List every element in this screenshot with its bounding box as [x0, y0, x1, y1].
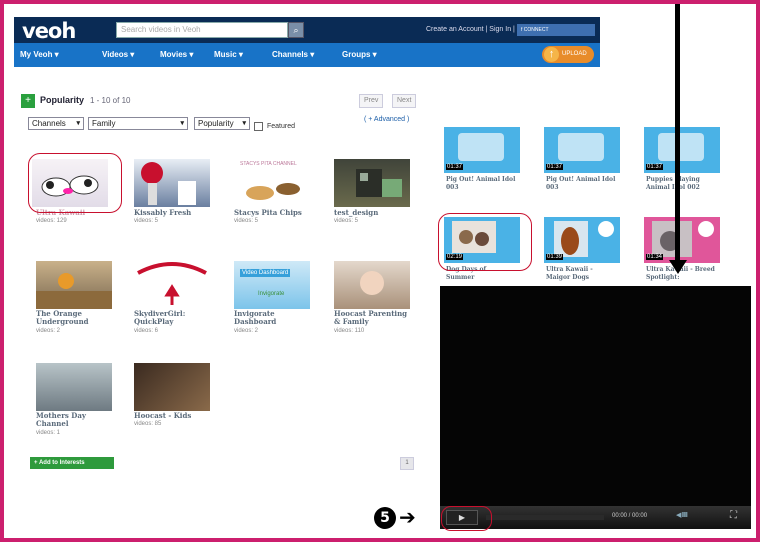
- nav-groups[interactable]: Groups ▾: [342, 50, 377, 59]
- invigorate-caption: Video Dashboard: [240, 269, 291, 277]
- channel-video-count: videos: 129: [36, 218, 67, 224]
- nav-channels[interactable]: Channels ▾: [272, 50, 314, 59]
- upload-button[interactable]: ↑ UPLOAD: [542, 46, 594, 63]
- annotation-arrow-head: [669, 260, 687, 274]
- channel-thumb-test-design[interactable]: [334, 159, 410, 207]
- upload-icon: ↑: [544, 47, 559, 62]
- channel-title[interactable]: Kissably Fresh: [134, 209, 214, 217]
- channel-title[interactable]: Invigorate Dashboard: [234, 310, 314, 326]
- duration-badge: 01:34: [646, 254, 664, 260]
- main-nav: My Veoh ▾ Videos ▾ Movies ▾ Music ▾ Chan…: [14, 43, 600, 67]
- chevron-down-icon: ▾: [242, 120, 246, 127]
- idol-logo: [658, 133, 704, 161]
- channel-video-count: videos: 6: [134, 328, 159, 334]
- duration-badge: 01:37: [546, 164, 564, 170]
- next-button[interactable]: Next: [392, 94, 417, 108]
- baby-image: [360, 271, 384, 295]
- veoh-logo[interactable]: veoh: [22, 19, 76, 43]
- arrow-right-icon: ➔: [399, 505, 416, 529]
- idol-logo: [458, 133, 504, 161]
- video-title[interactable]: Pig Out! Animal Idol 003: [546, 176, 616, 192]
- category-select[interactable]: Family ▾: [88, 117, 188, 130]
- popularity-icon: +: [21, 94, 35, 108]
- channel-video-count: videos: 85: [134, 421, 162, 427]
- nav-videos[interactable]: Videos ▾: [102, 50, 134, 59]
- page-title: Popularity: [40, 95, 85, 105]
- parachute-icon: [137, 262, 207, 305]
- duration-badge: 01:37: [646, 164, 664, 170]
- chevron-down-icon: ▾: [76, 120, 80, 127]
- top-header: veoh Search videos in Veoh ⌕ Create an A…: [14, 17, 600, 43]
- video-thumb-animal-idol[interactable]: 01:37: [644, 127, 720, 173]
- advanced-link[interactable]: ( + Advanced ): [364, 116, 409, 123]
- video-thumb-animal-idol[interactable]: 01:37: [444, 127, 520, 173]
- facebook-connect-button[interactable]: f CONNECT: [517, 24, 595, 36]
- featured-checkbox[interactable]: [254, 122, 263, 131]
- highlight-circle: [441, 506, 492, 531]
- highlight-circle: [438, 213, 532, 271]
- channel-title[interactable]: Hoocast Parenting & Family: [334, 310, 414, 326]
- nav-my-veoh[interactable]: My Veoh ▾: [20, 50, 59, 59]
- type-select[interactable]: Channels ▾: [28, 117, 84, 130]
- channel-title[interactable]: SkydiverGirl: QuickPlay: [134, 310, 214, 326]
- annotation-arrow-line: [675, 4, 680, 262]
- kissably-logo: [141, 162, 196, 205]
- prev-button[interactable]: Prev: [359, 94, 384, 108]
- channel-video-count: videos: 5: [334, 218, 359, 224]
- cartoon-image: [36, 273, 112, 309]
- featured-label: Featured: [267, 123, 296, 130]
- channel-video-count: videos: 2: [36, 328, 61, 334]
- channel-thumb-orange-underground[interactable]: [36, 261, 112, 309]
- page-button[interactable]: 1: [400, 457, 414, 470]
- progress-bar[interactable]: [486, 515, 604, 520]
- channel-title[interactable]: The Orange Underground: [36, 310, 116, 326]
- video-title[interactable]: Pig Out! Animal Idol 003: [446, 176, 516, 192]
- channel-thumb-invigorate[interactable]: Video Dashboard Invigorate: [234, 261, 310, 309]
- channel-title[interactable]: Mothers Day Channel: [36, 412, 116, 428]
- chevron-down-icon: ▾: [180, 120, 184, 127]
- nav-music[interactable]: Music ▾: [214, 50, 243, 59]
- add-to-interests-button[interactable]: + Add to Interests: [30, 457, 114, 469]
- search-input[interactable]: Search videos in Veoh: [116, 22, 288, 38]
- channel-video-count: videos: 2: [234, 328, 259, 334]
- result-count: 1 - 10 of 10: [90, 96, 131, 105]
- channel-thumb-skydivergirl[interactable]: [134, 261, 210, 309]
- sort-select[interactable]: Popularity ▾: [194, 117, 250, 130]
- channel-title[interactable]: test_design: [334, 209, 414, 217]
- channel-thumb-hoocast-kids[interactable]: [134, 363, 210, 411]
- channel-video-count: videos: 1: [36, 430, 61, 436]
- invigorate-logo: Invigorate: [258, 291, 285, 297]
- account-links[interactable]: Create an Account | Sign In |: [426, 26, 515, 33]
- channel-video-count: videos: 110: [334, 328, 365, 334]
- channel-title[interactable]: Hoocast - Kids: [134, 412, 214, 420]
- video-title[interactable]: Puppies Playing Animal Idol 002: [646, 176, 716, 192]
- step-number-badge: 5: [374, 507, 396, 529]
- volume-icon[interactable]: ◀ IIIIII: [676, 511, 688, 519]
- video-title[interactable]: Ultra Kawaii - Maigor Dogs: [546, 266, 616, 282]
- search-icon[interactable]: ⌕: [288, 22, 304, 38]
- channel-thumb-kissably-fresh[interactable]: [134, 159, 210, 207]
- time-display: 00:00 / 00:00: [612, 513, 648, 519]
- channel-video-count: videos: 5: [234, 218, 259, 224]
- video-player[interactable]: ▶ 00:00 / 00:00 ◀ IIIIII ⛶: [440, 286, 751, 529]
- channel-title[interactable]: Stacys Pita Chips: [234, 209, 314, 217]
- duration-badge: 01:37: [446, 164, 464, 170]
- channel-thumb-hoocast-parenting[interactable]: [334, 261, 410, 309]
- building-image: [356, 169, 402, 197]
- video-thumb-breed-spotlight[interactable]: 01:34: [644, 217, 720, 263]
- fullscreen-icon[interactable]: ⛶: [730, 510, 737, 521]
- stacys-caption: STACYS PITA CHANNEL: [240, 161, 297, 167]
- channel-thumb-mothers-day[interactable]: [36, 363, 112, 411]
- channel-video-count: videos: 5: [134, 218, 159, 224]
- nav-movies[interactable]: Movies ▾: [160, 50, 193, 59]
- video-thumb-maigor-dogs[interactable]: 01:39: [544, 217, 620, 263]
- duration-badge: 01:39: [546, 254, 564, 260]
- page-frame: veoh Search videos in Veoh ⌕ Create an A…: [4, 4, 756, 538]
- channel-thumb-stacys[interactable]: STACYS PITA CHANNEL: [234, 159, 310, 207]
- highlight-circle: [28, 153, 122, 213]
- video-thumb-animal-idol[interactable]: 01:37: [544, 127, 620, 173]
- idol-logo: [558, 133, 604, 161]
